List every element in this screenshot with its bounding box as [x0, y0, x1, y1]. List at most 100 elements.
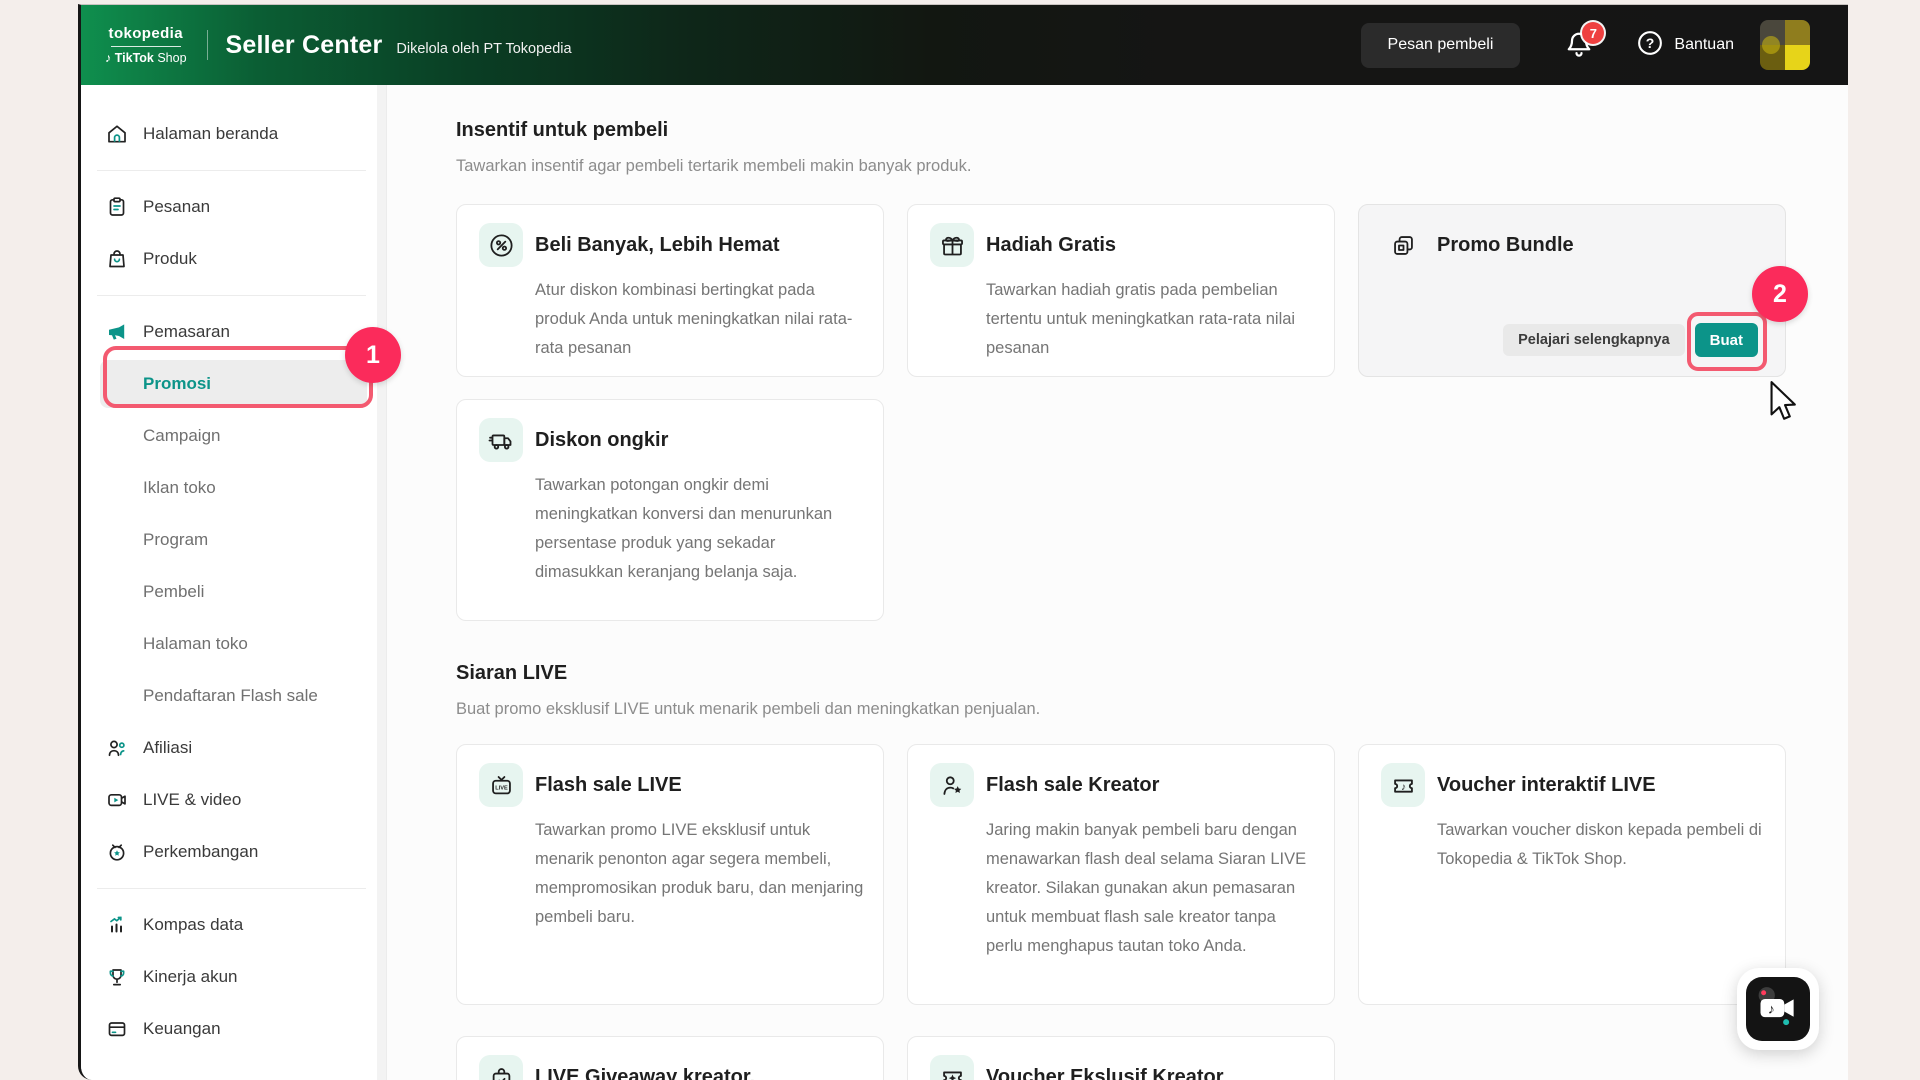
sidebar-item-label: Program	[143, 530, 208, 550]
card-diskon-ongkir[interactable]: Diskon ongkir Tawarkan potongan ongkir d…	[456, 399, 884, 621]
sidebar-item-halaman-beranda[interactable]: Halaman beranda	[81, 108, 386, 160]
bell-icon	[1564, 47, 1594, 64]
percent-icon	[479, 223, 523, 267]
sidebar-item-label: Promosi	[143, 374, 211, 394]
tokopedia-tiktok-logo[interactable]: tokopedia ♪ TikTok Shop	[105, 25, 187, 65]
card-title: Promo Bundle	[1437, 234, 1574, 257]
account-avatar[interactable]	[1760, 20, 1810, 70]
sidebar-item-promosi[interactable]: Promosi	[100, 360, 367, 408]
card-description: Tawarkan hadiah gratis pada pembelian te…	[986, 276, 1316, 363]
tiktok-shop-wordmark: ♪ TikTok Shop	[105, 51, 187, 65]
page-title: Seller Center	[226, 31, 383, 60]
browser-app-window: tokopedia ♪ TikTok Shop Seller Center Di…	[78, 4, 1848, 1080]
card-title: Beli Banyak, Lebih Hemat	[535, 234, 780, 257]
gift-icon	[930, 223, 974, 267]
card-title: Voucher Ekslusif Kreator	[986, 1066, 1223, 1080]
card-voucher-ekslusif-kreator[interactable]: Voucher Ekslusif Kreator	[907, 1036, 1335, 1080]
sidebar-item-label: Pemasaran	[143, 322, 230, 342]
section-title-siaran-live: Siaran LIVE	[456, 662, 567, 685]
card-description: Jaring makin banyak pembeli baru dengan …	[986, 816, 1316, 961]
card-title: Diskon ongkir	[535, 429, 668, 452]
tv-star-icon	[105, 840, 129, 864]
tokopedia-wordmark: tokopedia	[109, 25, 183, 42]
truck-icon	[479, 418, 523, 462]
card-title: Hadiah Gratis	[986, 234, 1116, 257]
siaran-live-card-row: LIVE Flash sale LIVE Tawarkan promo LIVE…	[456, 744, 1786, 1005]
sidebar-item-label: Keuangan	[143, 1019, 221, 1039]
shopping-bag-icon	[105, 247, 129, 271]
sidebar-item-kinerja-akun[interactable]: Kinerja akun	[81, 951, 386, 1003]
music-note-icon: ♪	[105, 51, 111, 65]
sidebar-navigation: Halaman beranda Pesanan Produk Pe	[81, 85, 387, 1080]
sidebar-item-label: Produk	[143, 249, 197, 269]
sidebar-item-keuangan[interactable]: Keuangan	[81, 1003, 386, 1055]
sidebar-item-produk[interactable]: Produk	[81, 233, 386, 285]
tiktok-video-icon: ♪	[1753, 984, 1803, 1034]
bar-chart-icon	[105, 913, 129, 937]
giveaway-box-icon	[479, 1055, 523, 1080]
users-icon	[105, 736, 129, 760]
sidebar-divider	[97, 170, 366, 171]
bantuan-label: Bantuan	[1674, 36, 1734, 54]
svg-text:?: ?	[1646, 35, 1655, 51]
ticket-star-icon	[930, 1055, 974, 1080]
sidebar-divider	[97, 888, 366, 889]
card-title: LIVE Giveaway kreator.	[535, 1066, 755, 1080]
sidebar-item-afiliasi[interactable]: Afiliasi	[81, 722, 386, 774]
section-title-insentif: Insentif untuk pembeli	[456, 119, 668, 142]
sidebar-item-perkembangan[interactable]: Perkembangan	[81, 826, 386, 878]
sidebar-item-kompas-data[interactable]: Kompas data	[81, 899, 386, 951]
floating-live-widget[interactable]: ♪	[1737, 968, 1819, 1050]
sidebar-item-pemasaran[interactable]: Pemasaran	[81, 306, 386, 358]
tiktok-live-button[interactable]: ♪	[1746, 977, 1810, 1041]
sidebar-item-label: Perkembangan	[143, 842, 258, 862]
section-subtitle-siaran-live: Buat promo eksklusif LIVE untuk menarik …	[456, 700, 1040, 719]
help-button[interactable]: ? Bantuan	[1636, 29, 1734, 62]
sidebar-item-campaign[interactable]: Campaign	[81, 410, 386, 462]
sidebar-item-program[interactable]: Program	[81, 514, 386, 566]
card-description: Tawarkan promo LIVE eksklusif untuk mena…	[535, 816, 865, 932]
sidebar-item-halaman-toko[interactable]: Halaman toko	[81, 618, 386, 670]
sidebar-item-label: Pesanan	[143, 197, 210, 217]
card-description: Atur diskon kombinasi bertingkat pada pr…	[535, 276, 865, 363]
sidebar-item-label: LIVE & video	[143, 790, 241, 810]
pesan-pembeli-button[interactable]: Pesan pembeli	[1361, 23, 1521, 68]
sidebar-item-pesanan[interactable]: Pesanan	[81, 181, 386, 233]
card-beli-banyak[interactable]: Beli Banyak, Lebih Hemat Atur diskon kom…	[456, 204, 884, 377]
sidebar-item-label: Pendaftaran Flash sale	[143, 686, 318, 706]
bundle-icon	[1381, 223, 1425, 267]
card-title: Voucher interaktif LIVE	[1437, 774, 1656, 797]
credit-card-icon	[105, 1017, 129, 1041]
video-camera-icon	[105, 788, 129, 812]
card-title: Flash sale LIVE	[535, 774, 682, 797]
sidebar-item-pendaftaran-flash-sale[interactable]: Pendaftaran Flash sale	[81, 670, 386, 722]
card-promo-bundle[interactable]: Promo Bundle Pelajari selengkapnya Buat	[1358, 204, 1786, 377]
sidebar-item-iklan-toko[interactable]: Iklan toko	[81, 462, 386, 514]
sidebar-item-label: Kinerja akun	[143, 967, 238, 987]
svg-text:♪: ♪	[1400, 781, 1405, 792]
card-voucher-interaktif-live[interactable]: ♪ Voucher interaktif LIVE Tawarkan vouch…	[1358, 744, 1786, 1005]
insentif-card-row: Beli Banyak, Lebih Hemat Atur diskon kom…	[456, 204, 1786, 377]
svg-text:♪: ♪	[1768, 1001, 1775, 1016]
notifications-button[interactable]: 7	[1564, 28, 1596, 62]
managed-by-label: Dikelola oleh PT Tokopedia	[396, 41, 571, 57]
card-flash-sale-kreator[interactable]: Flash sale Kreator Jaring makin banyak p…	[907, 744, 1335, 1005]
pelajari-selengkapnya-button[interactable]: Pelajari selengkapnya	[1503, 324, 1685, 356]
card-title: Flash sale Kreator	[986, 774, 1159, 797]
card-hadiah-gratis[interactable]: Hadiah Gratis Tawarkan hadiah gratis pad…	[907, 204, 1335, 377]
card-flash-sale-live[interactable]: LIVE Flash sale LIVE Tawarkan promo LIVE…	[456, 744, 884, 1005]
bottom-card-row: LIVE Giveaway kreator. Voucher Ekslusif …	[456, 1036, 1335, 1080]
sidebar-item-label: Pembeli	[143, 582, 204, 602]
buat-button[interactable]: Buat	[1695, 323, 1758, 357]
card-description: Tawarkan potongan ongkir demi meningkatk…	[535, 471, 865, 587]
sidebar-scrollbar[interactable]	[377, 85, 386, 1080]
sidebar-divider	[97, 295, 366, 296]
sidebar-item-live-video[interactable]: LIVE & video	[81, 774, 386, 826]
megaphone-icon	[105, 320, 129, 344]
tutorial-step-2-badge: 2	[1752, 266, 1808, 322]
sidebar-item-pembeli[interactable]: Pembeli	[81, 566, 386, 618]
clipboard-icon	[105, 195, 129, 219]
person-star-icon	[930, 763, 974, 807]
svg-text:LIVE: LIVE	[495, 785, 508, 791]
card-live-giveaway-kreator[interactable]: LIVE Giveaway kreator.	[456, 1036, 884, 1080]
